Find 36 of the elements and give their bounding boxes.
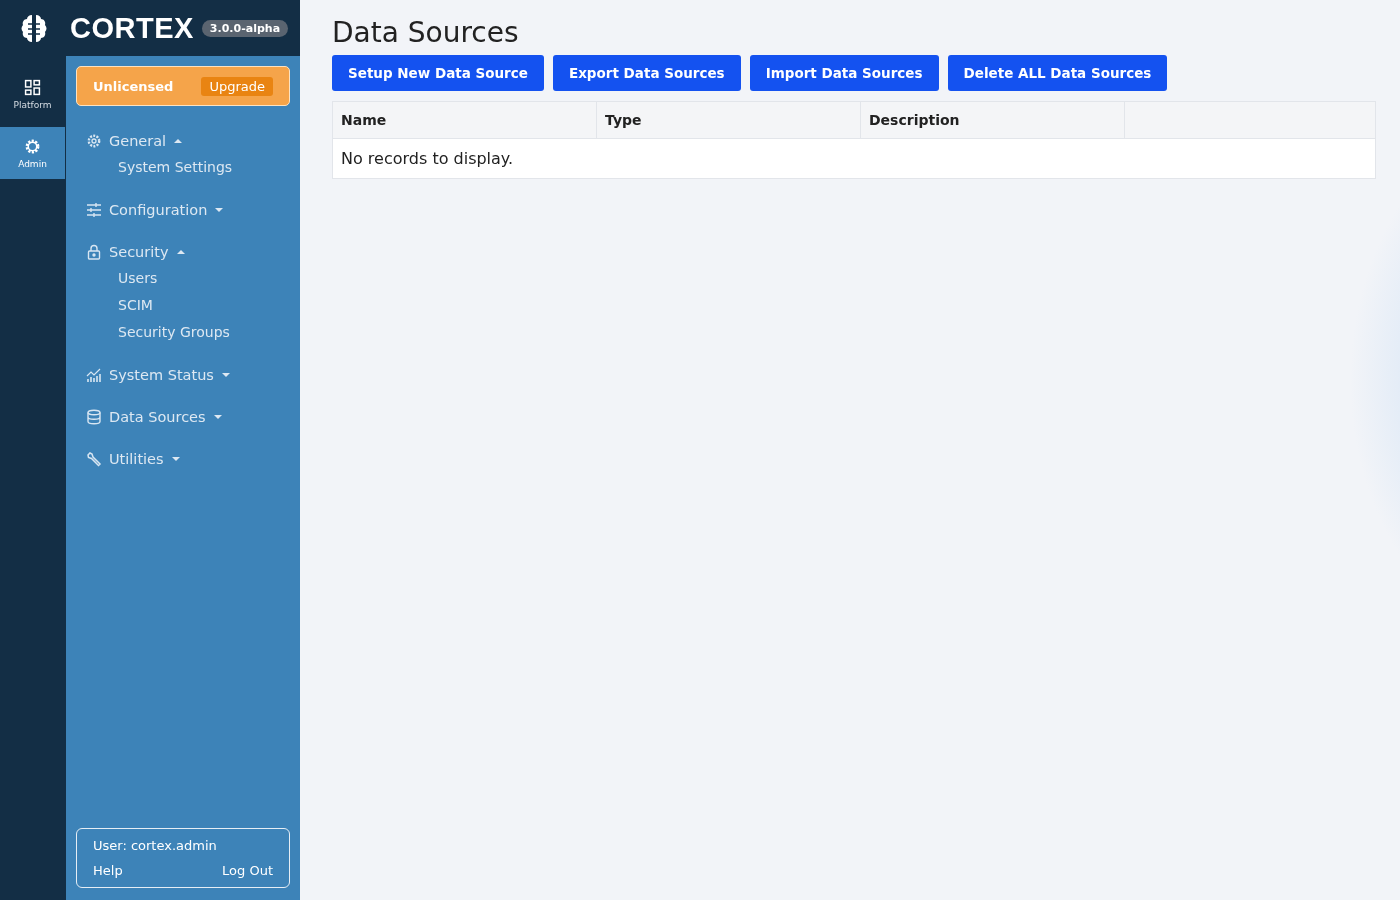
- nav-section[interactable]: System Status: [86, 364, 290, 386]
- lock-icon: [86, 244, 102, 260]
- database-icon: [86, 409, 102, 425]
- help-link[interactable]: Help: [93, 863, 123, 878]
- logout-link[interactable]: Log Out: [222, 863, 273, 878]
- user-name: User: cortex.admin: [93, 838, 218, 853]
- column-header[interactable]: Description: [861, 102, 1125, 138]
- rail-tab[interactable]: Platform: [0, 68, 65, 120]
- nav-item[interactable]: SCIM: [86, 293, 290, 317]
- nav-section[interactable]: Security: [86, 241, 290, 263]
- nav-section[interactable]: General: [86, 130, 290, 152]
- settings-icon: [86, 133, 102, 149]
- nav-section[interactable]: Utilities: [86, 448, 290, 470]
- sliders-icon: [86, 202, 102, 218]
- nav-item[interactable]: Users: [86, 266, 290, 290]
- column-header[interactable]: Type: [597, 102, 861, 138]
- action-button[interactable]: Export Data Sources: [552, 55, 741, 91]
- nav-section[interactable]: Data Sources: [86, 406, 290, 428]
- nav-item[interactable]: System Settings: [86, 155, 290, 179]
- brand-name: CORTEX: [70, 11, 194, 45]
- dashboard-icon: [24, 78, 41, 96]
- column-header[interactable]: Name: [333, 102, 597, 138]
- version-badge: 3.0.0-alpha: [201, 19, 289, 37]
- wrench-icon: [86, 451, 102, 467]
- empty-message: No records to display.: [340, 148, 515, 170]
- action-button[interactable]: Setup New Data Source: [332, 55, 544, 91]
- chart-icon: [86, 367, 102, 383]
- upgrade-button[interactable]: Upgrade: [201, 76, 273, 96]
- settings-icon: [24, 137, 41, 155]
- action-button[interactable]: Import Data Sources: [749, 55, 939, 91]
- rail-tab[interactable]: Admin: [0, 127, 65, 179]
- nav-item[interactable]: Security Groups: [86, 320, 290, 344]
- page-title: Data Sources: [332, 16, 520, 49]
- action-button[interactable]: Delete ALL Data Sources: [947, 55, 1168, 91]
- nav-section[interactable]: Configuration: [86, 199, 290, 221]
- license-status: Unlicensed: [93, 78, 174, 94]
